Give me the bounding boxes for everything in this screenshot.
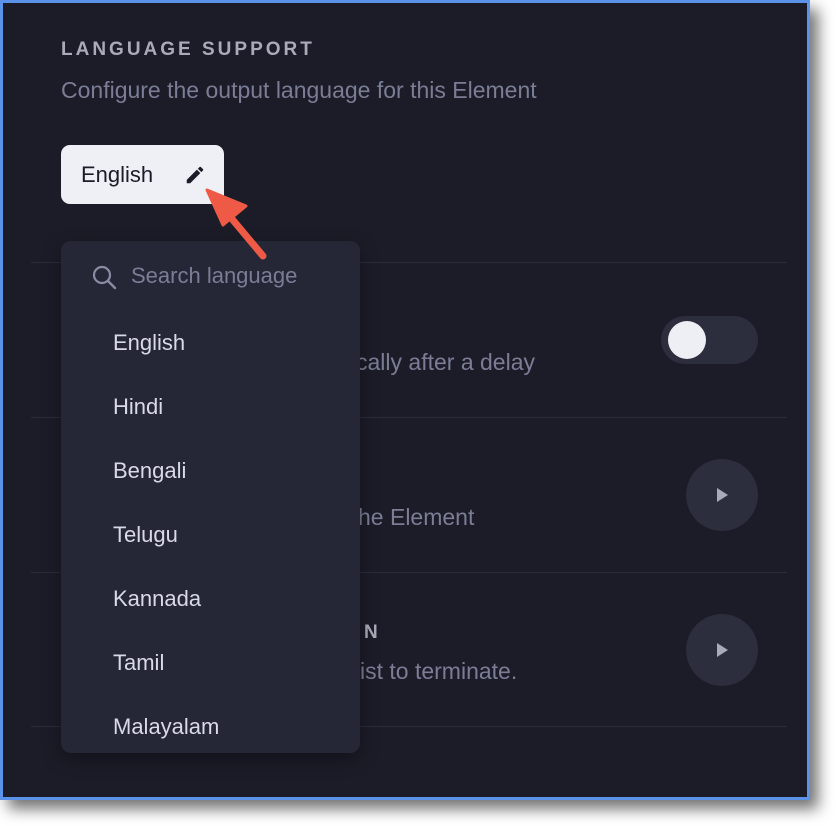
element-row-play-button[interactable]: [686, 459, 758, 531]
auto-toggle[interactable]: [661, 316, 758, 364]
terminate-row-play-button[interactable]: [686, 614, 758, 686]
play-icon: [717, 488, 728, 502]
settings-panel: LANGUAGE SUPPORT Configure the output la…: [0, 0, 810, 800]
language-option-hindi[interactable]: Hindi: [61, 377, 360, 437]
search-icon: [92, 265, 117, 290]
toggle-knob: [668, 321, 706, 359]
language-option-telugu[interactable]: Telugu: [61, 505, 360, 565]
language-option-kannada[interactable]: Kannada: [61, 569, 360, 629]
pencil-icon: [186, 166, 204, 183]
search-row: [61, 241, 360, 313]
language-option-english[interactable]: English: [61, 313, 360, 373]
language-option-bengali[interactable]: Bengali: [61, 441, 360, 501]
language-select-button[interactable]: English: [61, 145, 224, 204]
search-language-input[interactable]: [131, 259, 341, 293]
section-title: LANGUAGE SUPPORT: [61, 39, 315, 60]
language-dropdown: English Hindi Bengali Telugu Kannada Tam…: [61, 241, 360, 753]
terminate-row-title: N: [364, 622, 381, 643]
language-option-tamil[interactable]: Tamil: [61, 633, 360, 693]
play-icon: [717, 643, 728, 657]
section-subtitle: Configure the output language for this E…: [61, 77, 537, 103]
terminate-row-description: ist to terminate.: [360, 658, 518, 684]
language-option-malayalam[interactable]: Malayalam: [61, 697, 360, 753]
element-row-description: he Element: [358, 504, 475, 530]
auto-row-description: cally after a delay: [356, 349, 535, 375]
selected-language-label: English: [81, 161, 154, 187]
